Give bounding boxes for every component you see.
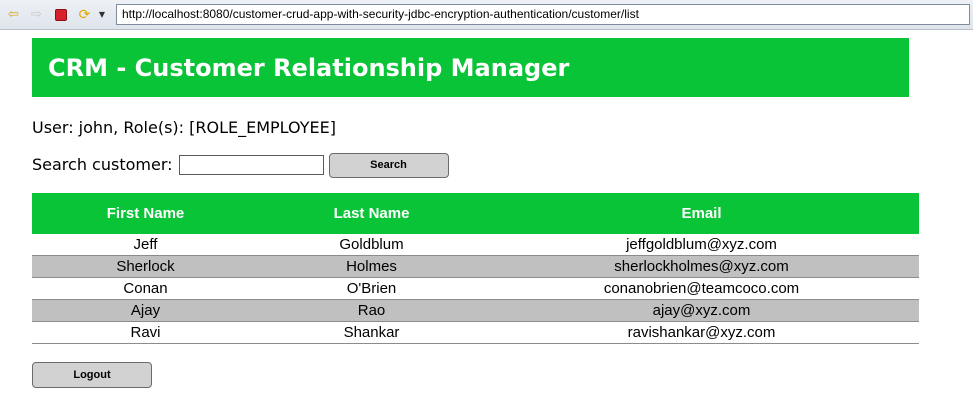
cell-email: sherlockholmes@xyz.com (484, 255, 919, 278)
cell-email: jeffgoldblum@xyz.com (484, 234, 919, 256)
table-row: Jeff Goldblum jeffgoldblum@xyz.com (32, 234, 919, 256)
search-form: Search customer: Search (32, 152, 449, 178)
table-row: Ravi Shankar ravishankar@xyz.com (32, 321, 919, 344)
cell-last-name: Shankar (259, 321, 484, 344)
cell-last-name: Holmes (259, 255, 484, 278)
search-label: Search customer: (32, 155, 173, 174)
cell-email: ravishankar@xyz.com (484, 321, 919, 344)
cell-first-name: Jeff (32, 234, 259, 256)
column-header-first-name: First Name (32, 193, 259, 234)
user-info: User: john, Role(s): [ROLE_EMPLOYEE] (32, 118, 336, 137)
cell-email: conanobrien@teamcoco.com (484, 277, 919, 300)
refresh-icon[interactable]: ⟳ (76, 6, 93, 23)
cell-last-name: Goldblum (259, 234, 484, 256)
logout-button[interactable]: Logout (32, 362, 152, 388)
cell-last-name: O'Brien (259, 277, 484, 300)
stop-icon[interactable] (52, 6, 69, 23)
cell-last-name: Rao (259, 299, 484, 322)
customer-table: First Name Last Name Email Jeff Goldblum… (32, 193, 919, 344)
column-header-last-name: Last Name (259, 193, 484, 234)
address-bar[interactable]: http://localhost:8080/customer-crud-app-… (116, 4, 970, 25)
forward-arrow-icon[interactable]: ⇨ (28, 6, 45, 23)
table-row: Sherlock Holmes sherlockholmes@xyz.com (32, 255, 919, 278)
table-row: Ajay Rao ajay@xyz.com (32, 299, 919, 322)
table-row: Conan O'Brien conanobrien@teamcoco.com (32, 277, 919, 300)
cell-email: ajay@xyz.com (484, 299, 919, 322)
browser-toolbar: ⇦ ⇨ ⟳ ▼ http://localhost:8080/customer-c… (0, 0, 973, 30)
dropdown-arrow-icon[interactable]: ▼ (96, 6, 108, 23)
back-arrow-icon[interactable]: ⇦ (5, 6, 22, 23)
page-header: CRM - Customer Relationship Manager (32, 38, 909, 97)
cell-first-name: Conan (32, 277, 259, 300)
column-header-email: Email (484, 193, 919, 234)
search-input[interactable] (178, 155, 324, 175)
cell-first-name: Sherlock (32, 255, 259, 278)
cell-first-name: Ajay (32, 299, 259, 322)
table-header-row: First Name Last Name Email (32, 193, 919, 234)
cell-first-name: Ravi (32, 321, 259, 344)
page-title: CRM - Customer Relationship Manager (48, 54, 570, 82)
search-button[interactable]: Search (328, 152, 449, 178)
